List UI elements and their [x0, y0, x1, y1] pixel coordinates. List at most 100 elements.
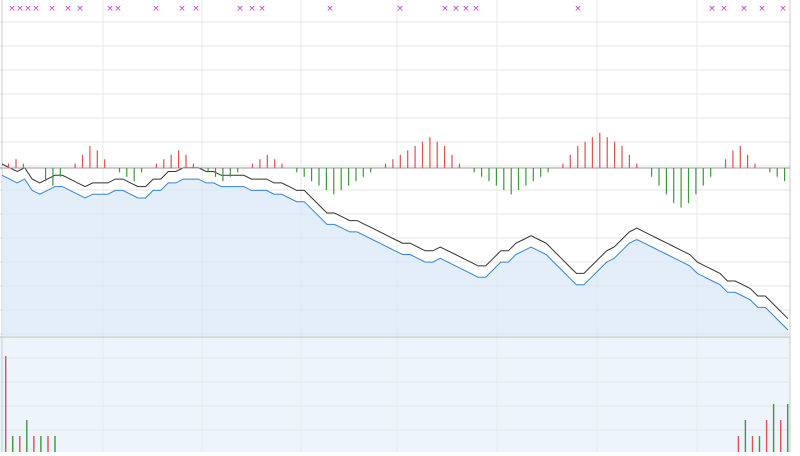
- signal-marker-icon: ×: [152, 4, 160, 14]
- signal-marker-icon: ×: [779, 4, 787, 14]
- oscillator-bar: [665, 168, 667, 195]
- oscillator-bar: [754, 163, 756, 168]
- oscillator-bar: [636, 163, 638, 168]
- oscillator-bar: [281, 163, 283, 168]
- oscillator-bar: [584, 141, 586, 168]
- oscillator-bar: [732, 150, 734, 168]
- oscillator-bar: [59, 168, 61, 177]
- oscillator-bar: [274, 159, 276, 168]
- volume-bar: [744, 420, 747, 452]
- oscillator-bar: [170, 154, 172, 168]
- oscillator-bar: [207, 168, 209, 173]
- oscillator-bar: [510, 168, 512, 195]
- oscillator-bar: [695, 168, 697, 195]
- oscillator-bar: [473, 168, 475, 173]
- oscillator-bar: [769, 168, 771, 173]
- oscillator-bar: [348, 168, 350, 186]
- oscillator-bar: [702, 168, 704, 186]
- signal-marker-icon: ×: [16, 4, 24, 14]
- oscillator-bar: [362, 168, 364, 177]
- volume-bar: [758, 436, 761, 452]
- volume-bar: [26, 420, 28, 452]
- oscillator-bar: [126, 168, 128, 177]
- oscillator-bar: [45, 168, 47, 182]
- oscillator-bar: [414, 146, 416, 168]
- oscillator-bar: [577, 146, 579, 168]
- volume-bar: [33, 436, 35, 452]
- oscillator-bar: [96, 150, 98, 168]
- signal-marker-icon: ×: [258, 4, 266, 14]
- oscillator-bar: [547, 168, 549, 173]
- oscillator-bar: [503, 168, 505, 190]
- oscillator-bar: [488, 168, 490, 182]
- oscillator-bar: [614, 141, 616, 168]
- volume-bar: [40, 436, 42, 452]
- signal-marker-icon: ×: [48, 4, 56, 14]
- volume-bar: [54, 436, 56, 452]
- oscillator-bar: [185, 154, 187, 168]
- oscillator-bar: [776, 168, 778, 177]
- oscillator-bar: [222, 168, 224, 182]
- oscillator-bar: [569, 154, 571, 168]
- oscillator-bar: [710, 168, 712, 177]
- signal-marker-icon: ×: [740, 4, 748, 14]
- oscillator-bar: [451, 154, 453, 168]
- oscillator-bar: [621, 146, 623, 168]
- oscillator-bar: [525, 168, 527, 186]
- oscillator-bar: [141, 168, 143, 173]
- oscillator-bar: [562, 163, 564, 168]
- signal-marker-icon: ×: [248, 4, 256, 14]
- oscillator-bar: [89, 146, 91, 168]
- oscillator-bar: [481, 168, 483, 177]
- oscillator-bar: [303, 168, 305, 177]
- oscillator-bar: [444, 146, 446, 168]
- oscillator-bar: [532, 168, 534, 182]
- oscillator-bar: [784, 168, 786, 182]
- oscillator-bar: [747, 154, 749, 168]
- oscillator-bar: [237, 168, 239, 173]
- oscillator-bar: [229, 168, 231, 177]
- oscillator-bar: [52, 168, 54, 186]
- volume-bar: [765, 420, 768, 452]
- signal-marker-icon: ×: [32, 4, 40, 14]
- oscillator-bar: [214, 168, 217, 177]
- oscillator-bar: [325, 168, 327, 190]
- oscillator-bar: [355, 168, 357, 182]
- oscillator-bar: [651, 168, 653, 177]
- oscillator-bar: [104, 159, 106, 168]
- oscillator-bar: [192, 163, 194, 168]
- signal-marker-icon: ×: [114, 4, 122, 14]
- volume-bar: [772, 404, 775, 452]
- oscillator-bar: [155, 163, 157, 168]
- signal-marker-icon: ×: [472, 4, 480, 14]
- oscillator-bar: [392, 159, 394, 168]
- oscillator-bar: [81, 154, 84, 168]
- oscillator-bar: [606, 137, 608, 168]
- oscillator-bar: [540, 168, 542, 177]
- volume-bar: [780, 420, 782, 452]
- oscillator-bar: [118, 168, 121, 173]
- oscillator-bar: [673, 168, 675, 204]
- oscillator-bar: [22, 163, 24, 168]
- volume-bar: [12, 436, 14, 452]
- oscillator-bar: [628, 154, 630, 168]
- signal-marker-icon: ×: [708, 4, 716, 14]
- oscillator-bar: [384, 163, 387, 168]
- oscillator-bar: [724, 159, 727, 168]
- oscillator-bar: [739, 146, 741, 168]
- signal-marker-icon: ×: [441, 4, 449, 14]
- oscillator-bar: [8, 163, 10, 168]
- volume-bar: [787, 404, 789, 452]
- oscillator-bar: [15, 159, 17, 168]
- oscillator-bar: [318, 168, 320, 186]
- oscillator-bar: [658, 168, 660, 186]
- oscillator-bar: [178, 150, 180, 168]
- volume-bar: [5, 356, 7, 452]
- signal-marker-icon: ×: [64, 4, 72, 14]
- volume-bar: [751, 436, 754, 452]
- signal-marker-icon: ×: [462, 4, 470, 14]
- volume-bar: [19, 436, 21, 452]
- oscillator-bar: [421, 141, 424, 168]
- oscillator-bar: [133, 168, 135, 182]
- volume-panel-background: [0, 337, 790, 452]
